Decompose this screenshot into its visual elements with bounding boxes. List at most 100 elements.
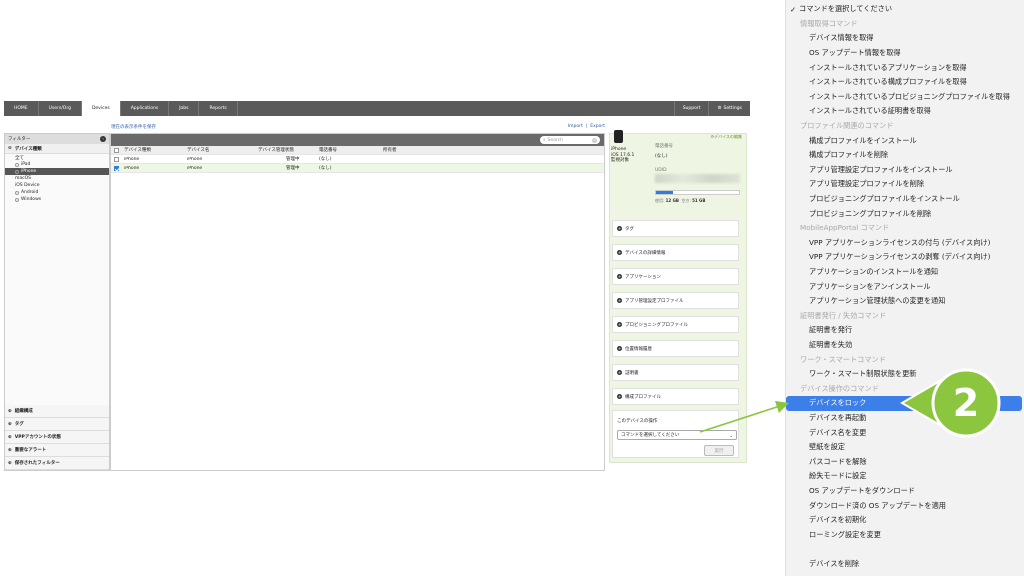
section-location-history[interactable]: + 位置情報履歴: [612, 340, 739, 357]
storage-text: 使用: 12 GB 空き: 51 GB: [655, 198, 706, 203]
section-tags[interactable]: + タグ: [612, 220, 739, 237]
menu-item[interactable]: インストールされているプロビジョニングプロファイルを取得: [786, 90, 1024, 105]
menu-item-placeholder[interactable]: ✓ コマンドを選択してください: [786, 2, 1024, 17]
menu-item[interactable]: パスコードを解除: [786, 455, 1024, 470]
filter-item-ipad[interactable]: iPad: [5, 161, 109, 168]
filter-item-all[interactable]: 全て: [5, 154, 109, 161]
filter-item-macos[interactable]: macOS: [5, 175, 109, 182]
menu-item[interactable]: 紛失モードに設定: [786, 469, 1024, 484]
column-header[interactable]: デバイス名: [185, 147, 256, 153]
plus-circle-icon: ⊕: [8, 421, 12, 427]
device-table: ⌕ Search × デバイス種類 デバイス名 デバイス管理状態 電話番号 所有…: [110, 133, 605, 471]
menu-item[interactable]: インストールされているアプリケーションを取得: [786, 60, 1024, 75]
clear-search-icon[interactable]: ×: [592, 137, 597, 143]
save-filter-link[interactable]: 現在の表示条件を保存: [111, 124, 156, 130]
menu-group-profile: プロファイル関連のコマンド: [800, 121, 894, 131]
menu-item[interactable]: 証明書を失効: [786, 338, 1024, 353]
menu-item[interactable]: OS アップデートをダウンロード: [786, 484, 1024, 499]
tab-applications[interactable]: Applications: [121, 101, 170, 116]
filter-item-label: Windows: [21, 197, 42, 202]
tab-users-org[interactable]: Users/Org: [39, 101, 82, 116]
edit-device-link[interactable]: ⚙デバイスの編集: [711, 134, 742, 140]
udid-value-redacted: [655, 174, 740, 183]
support-link[interactable]: Support: [673, 101, 709, 116]
radio-icon: [15, 169, 19, 174]
filter-item-iphone[interactable]: iPhone: [5, 168, 109, 175]
filter-group-saved[interactable]: ⊕ 保存されたフィルター: [5, 457, 109, 470]
export-link[interactable]: Export: [590, 124, 605, 129]
filter-group-alerts[interactable]: ⊕ 重要なアラート: [5, 444, 109, 457]
section-device-details[interactable]: + デバイスの詳細情報: [612, 244, 739, 261]
tab-reports[interactable]: Reports: [199, 101, 238, 116]
menu-item[interactable]: 壁紙を設定: [786, 440, 1024, 455]
filter-group-org[interactable]: ⊕ 組織構成: [5, 405, 109, 418]
menu-item[interactable]: アプリケーション管理状態への変更を通知: [786, 294, 1024, 309]
plus-icon: +: [617, 274, 622, 279]
table-row[interactable]: iPhone iPhone 管理中 (なし): [111, 155, 604, 164]
menu-item-delete-device[interactable]: デバイスを削除: [786, 557, 1024, 572]
filter-group-device-type[interactable]: ⊖ デバイス種類: [5, 144, 109, 154]
column-header[interactable]: 所有者: [381, 147, 461, 153]
menu-item[interactable]: アプリ管理設定プロファイルを削除: [786, 177, 1024, 192]
column-header[interactable]: 電話番号: [317, 147, 381, 153]
filter-item-label: Android: [21, 190, 39, 195]
settings-link[interactable]: ⚙ Settings: [708, 101, 750, 116]
menu-item[interactable]: ローミング設定を変更: [786, 528, 1024, 543]
menu-item[interactable]: ワーク・スマート制限状態を更新: [786, 367, 1024, 382]
cell-phone: (なし): [319, 166, 332, 171]
screenshot-root: HOME Users/Org Devices Applications Jobs…: [0, 0, 1024, 576]
menu-item[interactable]: アプリケーションをアンインストール: [786, 279, 1024, 294]
menu-item[interactable]: OS アップデート情報を取得: [786, 46, 1024, 61]
menu-item[interactable]: VPP アプリケーションライセンスの付与 (デバイス向け): [786, 236, 1024, 251]
menu-item[interactable]: ダウンロード済の OS アップデートを適用: [786, 498, 1024, 513]
edit-device-label: デバイスの編集: [714, 134, 742, 139]
filter-group-label: 保存されたフィルター: [14, 461, 60, 466]
column-header[interactable]: デバイス種類: [122, 147, 185, 153]
tab-home[interactable]: HOME: [4, 101, 39, 116]
import-link[interactable]: Import: [568, 124, 583, 129]
tab-devices[interactable]: Devices: [81, 101, 121, 116]
section-app-config-profiles[interactable]: + アプリ管理設定プロファイル: [612, 292, 739, 309]
menu-item[interactable]: インストールされている証明書を取得: [786, 104, 1024, 119]
menu-item[interactable]: デバイスを初期化: [786, 513, 1024, 528]
command-select-value: コマンドを選択してください: [621, 433, 680, 438]
column-header[interactable]: デバイス管理状態: [256, 147, 317, 153]
phone-value: (なし): [655, 154, 668, 159]
section-applications[interactable]: + アプリケーション: [612, 268, 739, 285]
menu-item[interactable]: プロビジョニングプロファイルをインストール: [786, 192, 1024, 207]
filter-header: フィルター ‹: [5, 134, 109, 144]
menu-item[interactable]: VPP アプリケーションライセンスの剥奪 (デバイス向け): [786, 250, 1024, 265]
menu-item-lock-device[interactable]: デバイスをロック: [786, 396, 1022, 411]
search-input[interactable]: ⌕ Search ×: [540, 136, 600, 144]
plus-circle-icon: ⊕: [8, 434, 12, 440]
collapse-sidebar-icon[interactable]: ‹: [100, 136, 106, 142]
filter-group-vpp[interactable]: ⊕ VPPアカウントの状態: [5, 431, 109, 444]
command-select[interactable]: コマンドを選択してください ⌄: [617, 430, 737, 440]
top-navbar: HOME Users/Org Devices Applications Jobs…: [4, 101, 750, 116]
menu-item[interactable]: プロビジョニングプロファイルを削除: [786, 206, 1024, 221]
filter-item-ios-device[interactable]: iOS Device: [5, 182, 109, 189]
settings-label: Settings: [723, 106, 742, 111]
section-provisioning-profiles[interactable]: + プロビジョニングプロファイル: [612, 316, 739, 333]
row-checkbox[interactable]: [114, 156, 119, 162]
menu-item[interactable]: 構成プロファイルを削除: [786, 148, 1024, 163]
tab-jobs[interactable]: Jobs: [169, 101, 200, 116]
filter-group-tag[interactable]: ⊕ タグ: [5, 418, 109, 431]
filter-item-android[interactable]: Android: [5, 189, 109, 196]
section-certificates[interactable]: + 証明書: [612, 364, 739, 381]
menu-item[interactable]: デバイス情報を取得: [786, 31, 1024, 46]
table-row[interactable]: iPhone iPhone 管理中 (なし): [111, 164, 604, 173]
filter-item-windows[interactable]: Windows: [5, 196, 109, 203]
menu-item[interactable]: アプリ管理設定プロファイルをインストール: [786, 163, 1024, 178]
select-all-checkbox[interactable]: [114, 147, 119, 153]
menu-item[interactable]: インストールされている構成プロファイルを取得: [786, 75, 1024, 90]
run-button[interactable]: 実行: [704, 445, 734, 456]
row-checkbox[interactable]: [114, 165, 119, 171]
menu-item[interactable]: アプリケーションのインストールを通知: [786, 265, 1024, 280]
menu-item[interactable]: デバイスを再起動: [786, 411, 1024, 426]
phone-label: 電話番号: [655, 144, 673, 149]
menu-item[interactable]: 構成プロファイルをインストール: [786, 133, 1024, 148]
menu-item[interactable]: 証明書を発行: [786, 323, 1024, 338]
menu-item[interactable]: デバイス名を変更: [786, 425, 1024, 440]
section-config-profiles[interactable]: + 構成プロファイル: [612, 388, 739, 405]
